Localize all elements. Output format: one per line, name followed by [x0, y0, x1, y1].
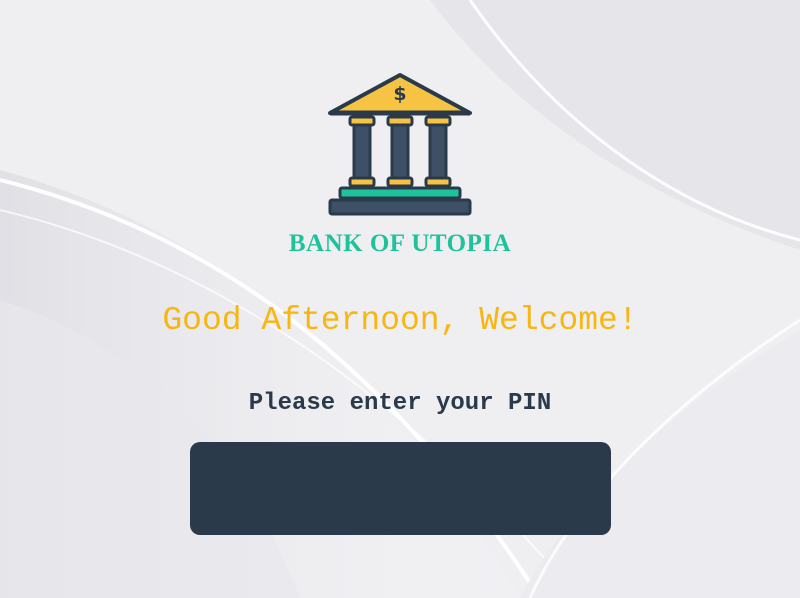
- bank-name: BANK OF UTOPIA: [288, 230, 512, 257]
- bank-building-icon: [328, 73, 472, 216]
- greeting-text: Good Afternoon, Welcome!: [162, 302, 638, 339]
- pin-input[interactable]: [190, 442, 611, 535]
- pin-prompt-label: Please enter your PIN: [248, 390, 552, 417]
